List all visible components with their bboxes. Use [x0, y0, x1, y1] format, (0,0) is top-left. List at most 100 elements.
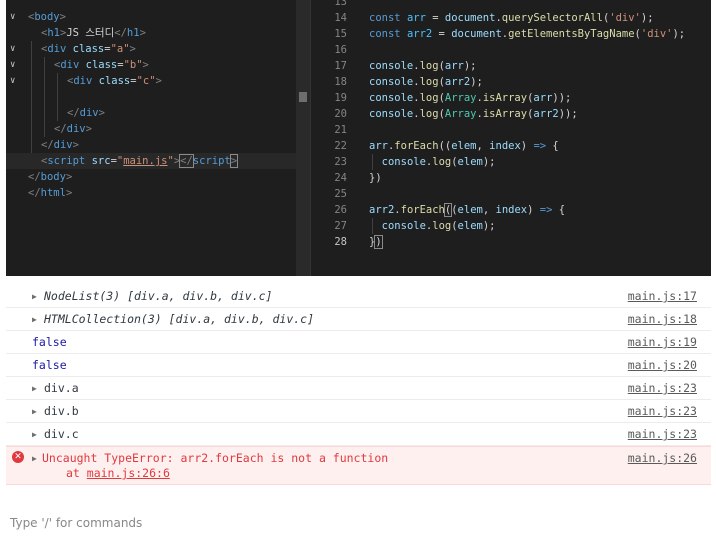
js-code-line[interactable]: 13 — [311, 0, 711, 10]
html-code-line[interactable]: </body> — [6, 169, 296, 185]
line-number: 26 — [334, 204, 347, 216]
html-code-line[interactable]: <script src="main.js"></script> — [6, 153, 296, 169]
console-message[interactable]: ▶ div.a main.js:23 — [6, 377, 711, 400]
code-token: h1 — [126, 27, 140, 39]
code-text: </div> — [54, 121, 92, 137]
code-text: </div> — [41, 137, 79, 153]
html-code-line[interactable]: <h1>JS 스터디</h1> — [6, 25, 296, 41]
console-error-message[interactable]: ✕ ▶ Uncaught TypeError: arr2.forEach is … — [6, 446, 711, 485]
js-code-line[interactable]: 14 const arr = document.querySelectorAll(… — [311, 10, 711, 26]
code-token: arr2 — [444, 76, 471, 88]
code-token: log — [432, 156, 452, 168]
console-message[interactable]: ▶ HTMLCollection(3) [div.a, div.b, div.c]… — [6, 308, 711, 331]
expand-arrow-icon[interactable]: ▶ — [32, 285, 37, 308]
fold-chevron-icon[interactable]: ∨ — [10, 9, 20, 25]
code-token: querySelectorAll — [501, 12, 603, 24]
fold-chevron-icon[interactable]: ∨ — [10, 73, 20, 89]
expand-arrow-icon[interactable]: ▶ — [32, 423, 37, 446]
editor-scrollbar[interactable] — [296, 0, 310, 276]
js-code-line[interactable]: 27 console.log(elem); — [311, 218, 711, 234]
source-link[interactable]: main.js:23 — [628, 423, 697, 446]
expand-arrow-icon[interactable]: ▶ — [32, 400, 37, 423]
js-code-line[interactable]: 20 console.log(Array.isArray(arr2)); — [311, 106, 711, 122]
html-code-line[interactable]: ∨ <body> — [6, 9, 296, 25]
code-token: main.js — [123, 155, 168, 167]
html-code-line[interactable]: ∨ <div class="c"> — [6, 73, 296, 89]
code-token: console — [369, 108, 414, 120]
code-token: div — [66, 123, 86, 135]
source-link[interactable]: main.js:26 — [628, 450, 697, 466]
code-token: > — [142, 59, 149, 71]
html-code-line[interactable]: </div> — [6, 137, 296, 153]
code-token: div — [53, 139, 73, 151]
error-location-link[interactable]: main.js:26:6 — [87, 466, 170, 480]
expand-arrow-icon[interactable]: ▶ — [32, 377, 37, 400]
code-token: elem — [457, 156, 483, 168]
html-code-line[interactable]: </html> — [6, 185, 296, 201]
code-text: console.log(Array.isArray(arr)); — [369, 90, 571, 106]
source-link[interactable]: main.js:20 — [628, 354, 697, 377]
js-code-line[interactable]: 15 const arr2 = document.getElementsByTag… — [311, 26, 711, 42]
js-code-line[interactable]: 17 console.log(arr); — [311, 58, 711, 74]
html-code-line[interactable]: ∨ <div class="b"> — [6, 57, 296, 73]
console-message[interactable]: ▶ div.b main.js:23 — [6, 400, 711, 423]
console-message[interactable]: ▶ div.c main.js:23 — [6, 423, 711, 446]
code-token: forEach — [400, 204, 445, 216]
code-text: <h1>JS 스터디</h1> — [41, 25, 146, 41]
error-text: Uncaught TypeError: arr2.forEach is not … — [42, 451, 389, 465]
fold-chevron-icon[interactable]: ∨ — [10, 57, 20, 73]
code-token: document — [451, 28, 502, 40]
js-code-line[interactable]: 26 arr2.forEach((elem, index) => { — [311, 202, 711, 218]
line-number: 18 — [334, 76, 347, 88]
source-link[interactable]: main.js:17 — [628, 285, 697, 308]
js-code-line[interactable]: 21 — [311, 122, 711, 138]
console-message[interactable]: ▶ NodeList(3) [div.a, div.b, div.c] main.j… — [6, 285, 711, 308]
expand-arrow-icon[interactable]: ▶ — [32, 451, 37, 467]
fold-chevron-icon[interactable]: ∨ — [10, 41, 20, 57]
code-token: arr2 — [533, 108, 559, 120]
code-token: ); — [463, 60, 477, 72]
code-token: log — [419, 60, 439, 72]
code-token: { — [546, 140, 559, 152]
code-text: <body> — [28, 9, 66, 25]
code-token: isArray — [482, 108, 528, 120]
source-link[interactable]: main.js:19 — [628, 331, 697, 354]
code-token: arr — [406, 12, 426, 24]
console-input[interactable]: Type '/' for commands — [10, 516, 142, 530]
html-code-line[interactable]: </div> — [6, 105, 296, 121]
scrollbar-thumb[interactable] — [299, 92, 307, 102]
code-token: script — [192, 155, 231, 167]
code-token: Array — [444, 108, 477, 120]
js-code-line[interactable]: 16 — [311, 42, 711, 58]
code-token: }) — [369, 172, 382, 184]
source-link[interactable]: main.js:18 — [628, 308, 697, 331]
js-code-line[interactable]: 23 console.log(elem); — [311, 154, 711, 170]
expand-arrow-icon[interactable]: ▶ — [32, 308, 37, 331]
console-message-text: HTMLCollection(3) [div.a, div.b, div.c] — [44, 312, 315, 326]
line-number: 20 — [334, 108, 347, 120]
code-text: const arr = document.querySelectorAll('d… — [369, 10, 654, 26]
html-code-line[interactable]: ∨ <div class="a"> — [6, 41, 296, 57]
code-token: div — [73, 75, 93, 87]
error-location: at main.js:26:6 — [66, 465, 170, 481]
html-code-line[interactable] — [6, 89, 296, 105]
console-message-text: false — [32, 335, 67, 349]
source-link[interactable]: main.js:23 — [628, 400, 697, 423]
code-token: src — [85, 155, 111, 167]
code-text: <script src="main.js"></script> — [41, 153, 239, 169]
js-code-line[interactable]: 18 console.log(arr2); — [311, 74, 711, 90]
source-link[interactable]: main.js:23 — [628, 377, 697, 400]
js-code-line[interactable]: 19 console.log(Array.isArray(arr)); — [311, 90, 711, 106]
js-code-line[interactable]: 25 — [311, 186, 711, 202]
code-token: > — [229, 154, 239, 168]
code-token: console — [369, 76, 414, 88]
js-code-line[interactable]: 28}) — [311, 234, 711, 250]
code-token: "c" — [136, 75, 156, 87]
code-token: body — [40, 171, 66, 183]
html-code-line[interactable]: </div> — [6, 121, 296, 137]
code-token: </ — [114, 27, 127, 39]
js-code-line[interactable]: 24}) — [311, 170, 711, 186]
code-token: elem — [451, 140, 477, 152]
js-code-line[interactable]: 22 arr.forEach((elem, index) => { — [311, 138, 711, 154]
